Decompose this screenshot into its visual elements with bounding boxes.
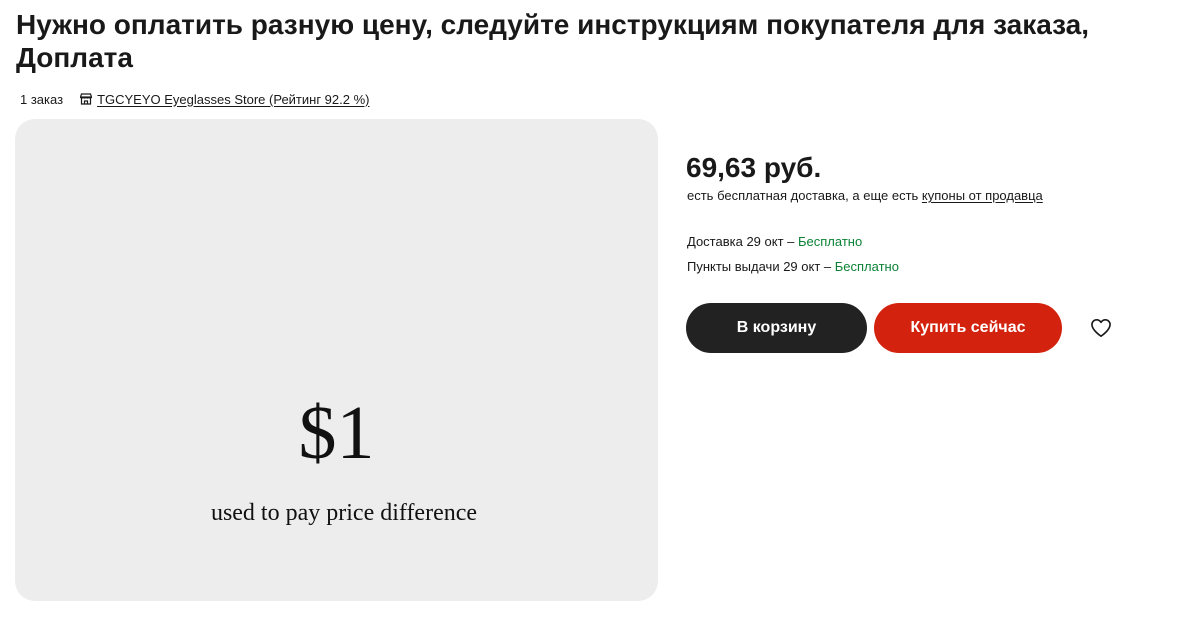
product-meta: 1 заказ TGCYEYO Eyeglasses Store (Рейтин…	[20, 89, 370, 109]
pickup-free: Бесплатно	[834, 259, 899, 274]
orders-count: 1 заказ	[20, 91, 64, 107]
pickup-info: Пункты выдачи 29 окт – Бесплатно	[687, 258, 899, 276]
store-link[interactable]: TGCYEYO Eyeglasses Store (Рейтинг 92.2 %…	[79, 92, 370, 107]
delivery-label: Доставка 29 окт –	[687, 234, 798, 249]
store-name[interactable]: TGCYEYO Eyeglasses Store (Рейтинг 92.2 %…	[97, 92, 369, 107]
image-price-text: $1	[298, 391, 375, 475]
product-title: Нужно оплатить разную цену, следуйте инс…	[16, 9, 1090, 73]
shipping-note-text: есть бесплатная доставка, а еще есть	[687, 188, 922, 203]
delivery-free: Бесплатно	[797, 234, 863, 249]
product-image[interactable]: $1 used to pay price difference	[15, 119, 658, 601]
product-price: 69,63 руб.	[686, 152, 822, 183]
seller-coupons-link[interactable]: купоны от продавца	[922, 188, 1043, 203]
heart-icon[interactable]	[1088, 315, 1114, 341]
store-icon	[79, 92, 93, 106]
shipping-note: есть бесплатная доставка, а еще есть куп…	[687, 187, 1043, 205]
image-caption: used to pay price difference	[210, 500, 478, 526]
delivery-info: Доставка 29 окт – Бесплатно	[687, 233, 862, 251]
buy-now-button[interactable]: Купить сейчас	[874, 303, 1062, 353]
pickup-label: Пункты выдачи 29 окт –	[687, 259, 835, 274]
add-to-cart-button[interactable]: В корзину	[686, 303, 867, 353]
